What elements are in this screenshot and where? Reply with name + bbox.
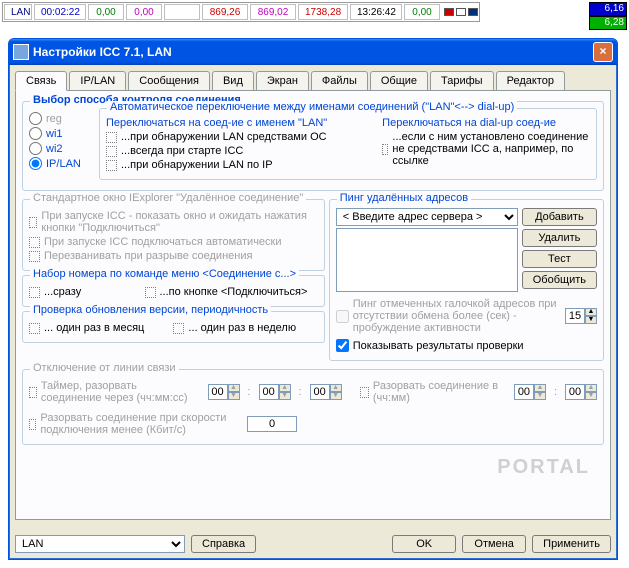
group-iexplorer: Стандартное окно IExplorer "Удалённое со… bbox=[22, 199, 325, 271]
check-dial-button[interactable]: ...по кнопке <Подключиться> bbox=[145, 286, 318, 298]
test-button[interactable]: Тест bbox=[522, 250, 597, 268]
tab-connection[interactable]: Связь bbox=[15, 71, 67, 91]
tabs: Связь IP/LAN Сообщения Вид Экран Файлы О… bbox=[15, 71, 611, 90]
group-ping: Пинг удалённых адресов < Введите адрес с… bbox=[329, 199, 604, 361]
check-dial-now[interactable]: ...сразу bbox=[29, 286, 145, 298]
timer-ss[interactable]: ▲▼ bbox=[310, 384, 342, 400]
footer: LAN Справка OK Отмена Применить bbox=[15, 535, 611, 553]
check-ping-wake: Пинг отмеченных галочкой адресов при отс… bbox=[336, 298, 565, 334]
check-speed-disc: Разорвать соединение при скорости подклю… bbox=[29, 412, 239, 436]
check-iexp-auto: При запуске ICC подключаться автоматичес… bbox=[29, 236, 318, 248]
ping-list[interactable] bbox=[336, 228, 518, 292]
generalize-button[interactable]: Обобщить bbox=[522, 271, 597, 289]
settings-window: Настройки ICC 7.1, LAN × Связь IP/LAN Со… bbox=[8, 38, 618, 560]
delete-button[interactable]: Удалить bbox=[522, 229, 597, 247]
tab-iplan[interactable]: IP/LAN bbox=[69, 71, 126, 90]
timer-hh[interactable]: ▲▼ bbox=[208, 384, 240, 400]
tab-screen[interactable]: Экран bbox=[256, 71, 309, 90]
titlebar[interactable]: Настройки ICC 7.1, LAN × bbox=[9, 39, 617, 65]
group-dial-command: Набор номера по команде меню <Соединение… bbox=[22, 275, 325, 307]
timer-mm[interactable]: ▲▼ bbox=[259, 384, 291, 400]
close-icon[interactable]: × bbox=[593, 42, 613, 62]
group-connection-method: Выбор способа контроля соединения reg wi… bbox=[22, 101, 604, 191]
cancel-button[interactable]: Отмена bbox=[462, 535, 526, 553]
check-timer-disc: Таймер, разорвать соединение через (чч:м… bbox=[29, 380, 200, 404]
check-upd-week[interactable]: ... один раз в неделю bbox=[173, 322, 317, 334]
apply-button[interactable]: Применить bbox=[532, 535, 611, 553]
tab-files[interactable]: Файлы bbox=[311, 71, 368, 90]
at-hh[interactable]: ▲▼ bbox=[514, 384, 546, 400]
tab-tariffs[interactable]: Тарифы bbox=[430, 71, 494, 90]
radio-wi2[interactable]: wi2 bbox=[29, 142, 99, 155]
at-mm[interactable]: ▲▼ bbox=[565, 384, 597, 400]
check-upd-month[interactable]: ... один раз в месяц bbox=[29, 322, 173, 334]
side-badges: 6,16 6,28 bbox=[589, 2, 627, 30]
check-iexp-wait: При запуске ICC - показать окно и ожидат… bbox=[29, 210, 318, 234]
app-icon bbox=[13, 44, 29, 60]
ping-server-select[interactable]: < Введите адрес сервера > bbox=[336, 208, 518, 226]
profile-select[interactable]: LAN bbox=[15, 535, 185, 553]
radio-reg[interactable]: reg bbox=[29, 112, 99, 125]
tab-messages[interactable]: Сообщения bbox=[128, 71, 210, 90]
help-button[interactable]: Справка bbox=[191, 535, 256, 553]
tab-editor[interactable]: Редактор bbox=[496, 71, 565, 90]
watermark: PORTAL bbox=[497, 456, 590, 479]
check-lan-os[interactable]: ...при обнаружении LAN средствами ОС bbox=[106, 131, 376, 143]
check-at-disc: Разорвать соединение в (чч:мм) bbox=[360, 380, 506, 404]
meter-bar: LAN 00:02:22 0,00 0,00 869,26 869,02 173… bbox=[2, 2, 480, 22]
radio-wi1[interactable]: wi1 bbox=[29, 127, 99, 140]
group-auto-switch: Автоматическое переключение между именам… bbox=[99, 108, 597, 180]
group-update-check: Проверка обновления версии, периодичност… bbox=[22, 311, 325, 343]
radio-iplan[interactable]: IP/LAN bbox=[29, 157, 99, 170]
tab-general[interactable]: Общие bbox=[370, 71, 428, 90]
add-button[interactable]: Добавить bbox=[522, 208, 597, 226]
ok-button[interactable]: OK bbox=[392, 535, 456, 553]
group-disconnect: Отключение от линии связи Таймер, разорв… bbox=[22, 369, 604, 445]
check-lan-ip[interactable]: ...при обнаружении LAN по IP bbox=[106, 159, 376, 171]
tab-view[interactable]: Вид bbox=[212, 71, 254, 90]
check-iexp-redial: Перезванивать при разрыве соединения bbox=[29, 250, 318, 262]
check-dial-ext[interactable]: ...если с ним установлено соединение не … bbox=[382, 131, 590, 167]
check-lan-start[interactable]: ...всегда при старте ICC bbox=[106, 145, 376, 157]
check-show-results[interactable]: Показывать результаты проверки bbox=[336, 339, 597, 352]
meter-indicators bbox=[443, 8, 479, 16]
ping-seconds-spinner[interactable]: ▲▼ bbox=[565, 308, 597, 324]
speed-input[interactable] bbox=[247, 416, 297, 432]
window-title: Настройки ICC 7.1, LAN bbox=[33, 45, 172, 59]
meter-label: LAN bbox=[4, 4, 32, 20]
